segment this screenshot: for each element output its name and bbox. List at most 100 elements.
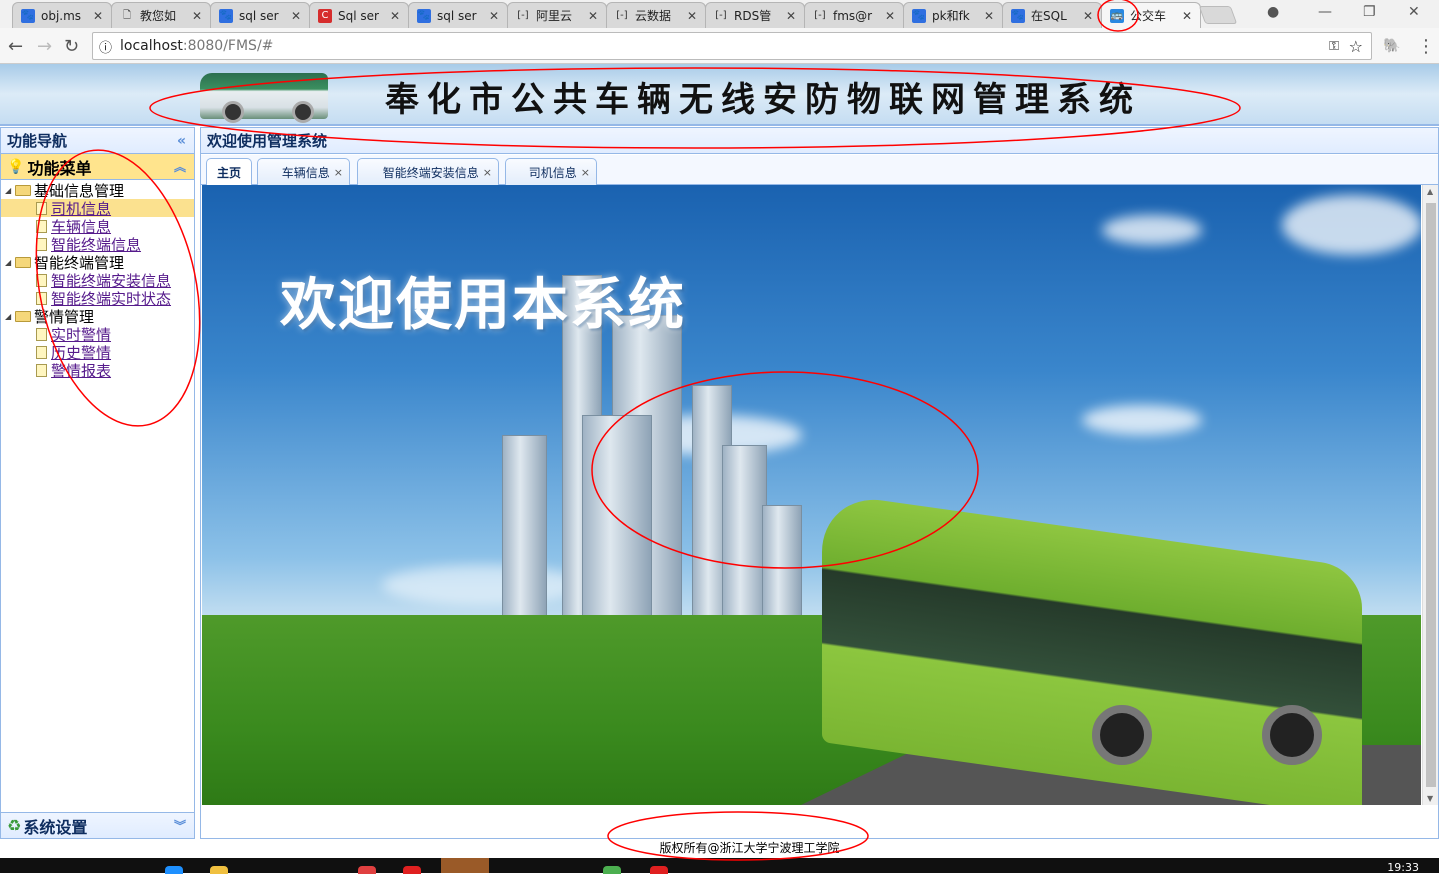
file-icon bbox=[36, 291, 47, 305]
browser-tab[interactable]: 🐾 在SQL ✕ bbox=[1002, 2, 1102, 28]
restore-button[interactable]: ❐ bbox=[1363, 4, 1376, 20]
close-tab-icon[interactable]: ✕ bbox=[687, 9, 697, 23]
settings-accordion-header[interactable]: ♻ 系统设置 ︾ bbox=[1, 812, 194, 838]
file-icon bbox=[36, 345, 47, 359]
baidu-paw-icon: 🐾 bbox=[417, 8, 431, 23]
close-tab-icon[interactable]: ✕ bbox=[489, 9, 499, 23]
close-window-button[interactable]: ✕ bbox=[1408, 4, 1420, 20]
baidu-paw-icon: 🐾 bbox=[912, 8, 926, 23]
file-icon bbox=[36, 273, 47, 287]
browser-tab[interactable]: 🚌 公交车 ✕ bbox=[1101, 2, 1201, 28]
content-tab[interactable]: 智能终端安装信息 × bbox=[357, 158, 499, 185]
tree-item[interactable]: 历史警情 bbox=[1, 343, 194, 362]
browser-tab-title: 公交车 bbox=[1130, 9, 1167, 23]
browser-tab-title: sql ser bbox=[239, 8, 279, 23]
expand-arrow-icon[interactable]: ◢ bbox=[5, 312, 15, 321]
bus-icon: 🚌 bbox=[1110, 8, 1124, 23]
aliyun-icon: [-] bbox=[517, 9, 529, 21]
reload-icon[interactable]: ↻ bbox=[64, 36, 79, 57]
folder-icon bbox=[15, 310, 31, 322]
browser-tab[interactable]: 🐾 pk和fk ✕ bbox=[903, 2, 1003, 28]
browser-tab-title: obj.ms bbox=[41, 8, 82, 23]
system-title: 奉化市公共车辆无线安防物联网管理系统 bbox=[385, 80, 1141, 120]
file-icon bbox=[36, 201, 47, 215]
refresh-settings-icon: ♻ bbox=[7, 816, 22, 835]
bus-logo-icon bbox=[200, 73, 328, 123]
baidu-paw-icon: 🐾 bbox=[21, 8, 35, 23]
browser-tab[interactable]: 🐾 sql ser ✕ bbox=[210, 2, 310, 28]
menu-accordion-header[interactable]: 💡 功能菜单 ︽ bbox=[1, 154, 194, 180]
close-tab-icon[interactable]: × bbox=[334, 166, 343, 179]
minimize-button[interactable]: — bbox=[1318, 4, 1332, 20]
browser-tab[interactable]: 🐾 obj.ms ✕ bbox=[12, 2, 112, 28]
content-tab[interactable]: 车辆信息 × bbox=[257, 158, 350, 185]
expand-arrow-icon[interactable]: ◢ bbox=[5, 186, 15, 195]
url-host: localhost bbox=[120, 38, 183, 54]
close-tab-icon[interactable]: ✕ bbox=[93, 9, 103, 23]
tree-item[interactable]: 车辆信息 bbox=[1, 217, 194, 236]
browser-tab-title: Sql ser bbox=[338, 8, 379, 23]
content-tab[interactable]: 主页 bbox=[206, 158, 252, 186]
file-icon bbox=[36, 363, 47, 377]
browser-tab[interactable]: [-] 阿里云 ✕ bbox=[507, 2, 607, 28]
collapse-up-icon[interactable]: ︽ bbox=[174, 158, 186, 175]
browser-tab-strip: 🐾 obj.ms ✕ 🗋 教您如 ✕ 🐾 sql ser ✕ C Sql ser ✕ 🐾 sql ser ✕… bbox=[0, 0, 1439, 28]
browser-tab[interactable]: 🐾 sql ser ✕ bbox=[408, 2, 508, 28]
browser-tab[interactable]: C Sql ser ✕ bbox=[309, 2, 409, 28]
close-tab-icon[interactable]: × bbox=[581, 166, 590, 179]
baidu-paw-icon: 🐾 bbox=[1011, 8, 1025, 23]
main-panel-title: 欢迎使用管理系统 bbox=[207, 132, 328, 150]
tree-item[interactable]: 智能终端安装信息 bbox=[1, 271, 194, 290]
tree-item[interactable]: 智能终端信息 bbox=[1, 235, 194, 254]
evernote-extension-icon[interactable]: 🐘 bbox=[1383, 38, 1400, 54]
browser-tab[interactable]: [-] RDS管 ✕ bbox=[705, 2, 805, 28]
star-icon[interactable]: ☆ bbox=[1349, 37, 1363, 56]
browser-tab[interactable]: 🗋 教您如 ✕ bbox=[111, 2, 211, 28]
browser-tab-title: pk和fk bbox=[932, 9, 970, 23]
info-icon[interactable]: ⓘ bbox=[99, 37, 112, 56]
close-tab-icon[interactable]: ✕ bbox=[786, 9, 796, 23]
menu-icon[interactable]: ⋮ bbox=[1417, 36, 1435, 57]
close-tab-icon[interactable]: ✕ bbox=[984, 9, 994, 23]
tree-item[interactable]: 智能终端实时状态 bbox=[1, 289, 194, 308]
browser-tab[interactable]: [-] 云数据 ✕ bbox=[606, 2, 706, 28]
close-tab-icon[interactable]: ✕ bbox=[192, 9, 202, 23]
tree-item[interactable]: 实时警情 bbox=[1, 325, 194, 344]
tree-folder[interactable]: ◢ 基础信息管理 bbox=[1, 181, 194, 200]
new-tab-button[interactable] bbox=[1198, 6, 1238, 24]
expand-arrow-icon[interactable]: ◢ bbox=[5, 258, 15, 267]
forward-icon[interactable]: → bbox=[37, 36, 52, 57]
main-panel-header: 欢迎使用管理系统 bbox=[201, 128, 1438, 154]
browser-tab-title: 云数据 bbox=[635, 9, 672, 23]
url-input[interactable]: ⓘ localhost:8080/FMS/# ⚿ ☆ bbox=[92, 32, 1372, 60]
close-tab-icon[interactable]: ✕ bbox=[885, 9, 895, 23]
content-tab-label: 车辆信息 bbox=[281, 165, 330, 180]
tree-item-link[interactable]: 警情报表 bbox=[51, 360, 111, 381]
close-tab-icon[interactable]: ✕ bbox=[390, 9, 400, 23]
key-icon[interactable]: ⚿ bbox=[1329, 39, 1339, 54]
tree-item[interactable]: 司机信息 bbox=[1, 199, 194, 218]
back-icon[interactable]: ← bbox=[8, 36, 23, 57]
left-nav-panel: 功能导航 « 💡 功能菜单 ︽ ◢ 基础信息管理 司机信息 车辆信息 智能终端信息 ◢ 智能… bbox=[0, 127, 195, 839]
profile-icon[interactable]: ● bbox=[1267, 4, 1279, 20]
expand-down-icon[interactable]: ︾ bbox=[174, 817, 186, 834]
collapse-left-icon[interactable]: « bbox=[177, 133, 186, 149]
close-tab-icon[interactable]: ✕ bbox=[588, 9, 598, 23]
content-tab-label: 智能终端安装信息 bbox=[382, 165, 479, 180]
tree-folder[interactable]: ◢ 智能终端管理 bbox=[1, 253, 194, 272]
tree-item[interactable]: 警情报表 bbox=[1, 360, 194, 381]
browser-tab-title: RDS管 bbox=[734, 9, 772, 23]
close-tab-icon[interactable]: ✕ bbox=[1182, 9, 1192, 23]
content-scrollbar[interactable]: ▲ ▼ bbox=[1422, 185, 1438, 805]
content-tab[interactable]: 司机信息 × bbox=[505, 158, 597, 185]
browser-tab-title: fms@r bbox=[833, 8, 873, 23]
aliyun-icon: [-] bbox=[616, 9, 628, 21]
browser-tab[interactable]: [-] fms@r ✕ bbox=[804, 2, 904, 28]
settings-accordion-title: 系统设置 bbox=[23, 817, 88, 837]
close-tab-icon[interactable]: ✕ bbox=[1083, 9, 1093, 23]
welcome-text: 欢迎使用本系统 bbox=[280, 273, 686, 338]
folder-icon bbox=[15, 256, 31, 268]
tree-folder[interactable]: ◢ 警情管理 bbox=[1, 307, 194, 326]
close-tab-icon[interactable]: ✕ bbox=[291, 9, 301, 23]
close-tab-icon[interactable]: × bbox=[483, 166, 492, 179]
